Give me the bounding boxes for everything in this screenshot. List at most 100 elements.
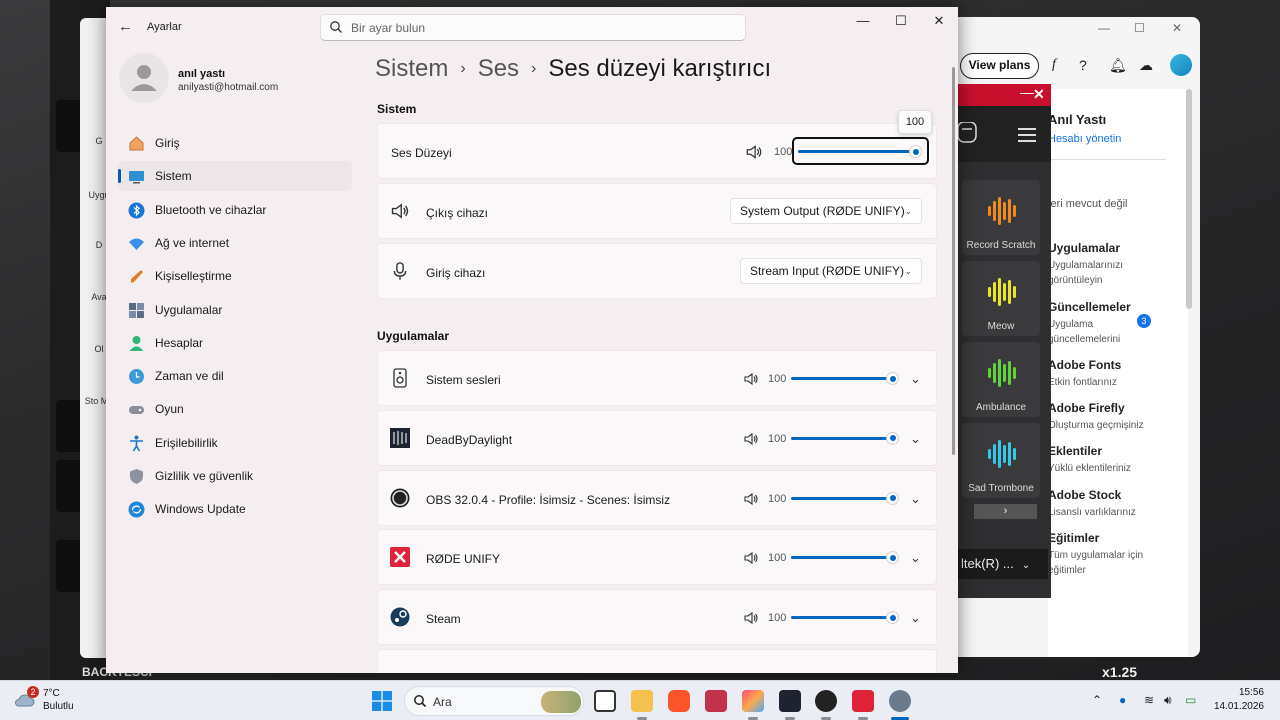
app-volume-slider[interactable]	[791, 551, 899, 565]
microphone-icon[interactable]: ●	[1119, 693, 1126, 707]
breadcrumb-separator: ›	[531, 60, 537, 77]
sidebar-item-home[interactable]: Giriş	[118, 128, 352, 158]
back-arrow-icon[interactable]: ←	[118, 18, 133, 35]
slider-thumb[interactable]	[886, 611, 899, 625]
soundboard-pad[interactable]: Ambulance	[962, 342, 1040, 417]
sidebar-item-brush[interactable]: Kişiselleştirme	[118, 261, 352, 291]
rode-unify-icon[interactable]	[852, 690, 874, 712]
help-icon[interactable]: ?	[1079, 57, 1087, 73]
next-page-button[interactable]: ›	[974, 504, 1037, 519]
sidebar-item-label: Bluetooth ve cihazlar	[155, 202, 267, 217]
adobe-menu-item[interactable]: Uygulamalar	[1048, 241, 1120, 255]
clock-time[interactable]: 15:56	[1222, 687, 1264, 698]
minimize-icon[interactable]: —	[1098, 21, 1110, 35]
adobe-menu-item[interactable]: Eğitimler	[1048, 531, 1099, 545]
sidebar-item-gamepad[interactable]: Oyun	[118, 394, 352, 424]
app-volume-slider[interactable]	[791, 611, 899, 625]
close-icon[interactable]: ✕	[1172, 21, 1182, 35]
sidebar-item-system[interactable]: Sistem	[118, 161, 352, 192]
speaker-icon[interactable]	[745, 143, 763, 161]
speaker-icon[interactable]	[743, 431, 759, 447]
breadcrumb-ses[interactable]: Ses	[478, 55, 519, 82]
app-volume-slider[interactable]	[791, 491, 899, 506]
close-button[interactable]: ✕	[929, 13, 949, 29]
slider-thumb[interactable]	[886, 491, 899, 505]
adobe-menu-item[interactable]: Güncellemeler	[1048, 300, 1131, 314]
chevron-down-icon[interactable]: ⌄	[910, 491, 921, 507]
output-device-dropdown[interactable]: System Output (RØDE UNIFY) ⌄	[730, 198, 922, 224]
cloud-icon[interactable]: ☁︎	[1139, 57, 1153, 74]
fonts-icon[interactable]: f	[1052, 57, 1056, 73]
task-view-icon[interactable]	[594, 690, 616, 712]
speaker-icon[interactable]	[743, 610, 759, 626]
avatar[interactable]	[1170, 54, 1192, 76]
speaker-icon[interactable]	[743, 550, 759, 566]
speaker-icon[interactable]	[743, 371, 759, 387]
search-box[interactable]	[320, 14, 746, 41]
sidebar-item-wifi[interactable]: Ağ ve internet	[118, 228, 352, 258]
view-plans-button[interactable]: View plans	[960, 53, 1039, 79]
soundwave-icon	[988, 358, 1018, 388]
soundboard-pad[interactable]: Meow	[962, 261, 1040, 336]
bell-icon[interactable]: 🔔︎	[1109, 57, 1127, 74]
settings-titlebar: ← Ayarlar — ☐ ✕	[106, 7, 958, 47]
scrollbar[interactable]	[1186, 89, 1192, 309]
settings-gear-icon[interactable]	[889, 690, 911, 712]
chevron-down-icon[interactable]: ⌄	[910, 610, 921, 626]
taskbar-search[interactable]: Ara	[404, 686, 584, 716]
speaker-icon[interactable]	[743, 491, 759, 507]
slider-thumb[interactable]	[886, 551, 899, 565]
maximize-button[interactable]: ☐	[891, 13, 911, 29]
avatar[interactable]	[119, 53, 169, 103]
adobe-menu-item[interactable]: Adobe Firefly	[1048, 401, 1125, 415]
mixer-icon[interactable]	[958, 122, 978, 144]
minimize-icon[interactable]: —	[1020, 84, 1034, 100]
calendar-app-icon[interactable]	[705, 690, 727, 712]
wifi-icon[interactable]: ≋	[1144, 693, 1154, 707]
start-button[interactable]	[372, 691, 392, 711]
brave-browser-icon[interactable]	[668, 690, 690, 712]
adobe-menu-item[interactable]: Adobe Fonts	[1048, 358, 1121, 372]
chevron-up-icon[interactable]: ⌃	[1092, 693, 1102, 707]
sidebar-item-accessibility[interactable]: Erişilebilirlik	[118, 428, 352, 458]
chevron-down-icon[interactable]: ⌄	[910, 431, 921, 447]
soundboard-pad[interactable]: Sad Trombone	[962, 423, 1040, 498]
manage-account-link[interactable]: Hesabı yönetin	[1048, 132, 1148, 147]
chevron-down-icon[interactable]: ⌄	[910, 550, 921, 566]
minimize-button[interactable]: —	[853, 13, 873, 28]
slider-thumb[interactable]	[886, 431, 899, 445]
sidebar-item-account[interactable]: Hesaplar	[118, 328, 352, 358]
rode-soundboard-window[interactable]: — ✕ Record Scratch Meow Ambulance Sad Tromb…	[958, 84, 1051, 598]
close-icon[interactable]: ✕	[1033, 86, 1045, 103]
sidebar-item-apps[interactable]: Uygulamalar	[118, 295, 352, 325]
sidebar-item-update[interactable]: Windows Update	[118, 494, 352, 524]
scrollbar[interactable]	[952, 67, 955, 455]
obs-icon[interactable]	[815, 690, 837, 712]
creative-cloud-icon[interactable]	[742, 690, 764, 712]
slider-thumb[interactable]	[886, 372, 899, 385]
app-volume-slider[interactable]	[791, 431, 899, 446]
breadcrumb-sistem[interactable]: Sistem	[375, 55, 448, 82]
weather-description[interactable]: Bulutlu	[43, 701, 74, 712]
sidebar-item-globe-clock[interactable]: Zaman ve dil	[118, 361, 352, 391]
output-label: Çıkış cihazı	[426, 206, 489, 220]
maximize-icon[interactable]: ☐	[1134, 21, 1145, 35]
adobe-menu-item[interactable]: Adobe Stock	[1048, 488, 1121, 502]
chevron-down-icon[interactable]: ⌄	[910, 371, 921, 387]
adobe-menu-item[interactable]: Eklentiler	[1048, 444, 1102, 458]
battery-icon[interactable]: ▭	[1185, 693, 1196, 707]
device-selector[interactable]: ltek(R) ... ⌄	[958, 549, 1048, 579]
dead-by-daylight-icon[interactable]	[779, 690, 801, 712]
app-volume-slider[interactable]	[791, 372, 899, 386]
sidebar-item-bluetooth[interactable]: Bluetooth ve cihazlar	[118, 195, 352, 225]
clock-date[interactable]: 14.01.2026	[1208, 701, 1264, 712]
file-explorer-icon[interactable]	[631, 690, 653, 712]
search-input[interactable]	[351, 15, 731, 40]
sidebar-item-shield[interactable]: Gizlilik ve güvenlik	[118, 461, 352, 491]
weather-temperature[interactable]: 7°C	[43, 688, 60, 699]
input-device-dropdown[interactable]: Stream Input (RØDE UNIFY) ⌄	[740, 258, 922, 284]
speaker-icon[interactable]: 🔊︎	[1164, 693, 1172, 708]
menu-icon[interactable]	[1018, 128, 1036, 142]
settings-window[interactable]: ← Ayarlar — ☐ ✕ anıl yastı anilyasti@hot…	[106, 7, 958, 673]
soundboard-pad[interactable]: Record Scratch	[962, 180, 1040, 255]
